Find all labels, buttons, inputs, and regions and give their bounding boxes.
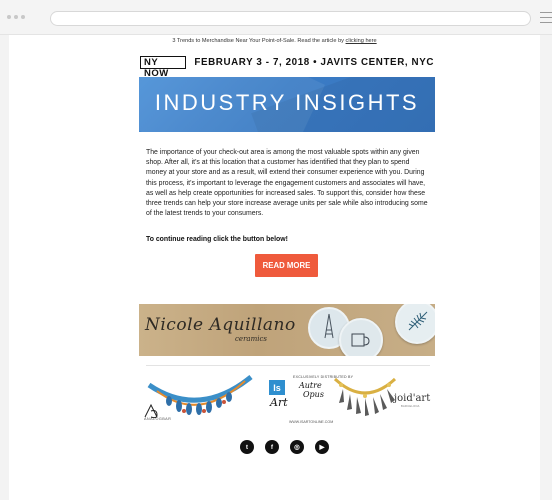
section-divider	[146, 365, 430, 366]
joidart-wordmark: joid'art	[394, 393, 431, 404]
isart-script: Art	[270, 396, 288, 409]
browser-chrome	[0, 0, 552, 35]
banner-brand-sub: ceramics	[235, 335, 267, 343]
preheader-link[interactable]: clicking here	[346, 38, 377, 44]
joidart-subtitle: BARCELONA	[401, 405, 420, 408]
autre-opus-logo[interactable]: Autre Opus	[299, 381, 324, 399]
window-controls[interactable]	[7, 15, 25, 19]
hero-banner: INDUSTRY INSIGHTS	[139, 77, 435, 132]
autre-text: Autre	[299, 381, 322, 390]
event-date-location: FEBRUARY 3 - 7, 2018 • JAVITS CENTER, NY…	[194, 56, 434, 68]
distributor-url[interactable]: WWW.ISARTONLINE.COM	[289, 420, 333, 424]
preheader: 3 Trends to Merchandise Near Your Point-…	[9, 38, 540, 44]
cta-lead-text: To continue reading click the button bel…	[146, 236, 288, 243]
ny-now-logo[interactable]: NY NOW	[140, 55, 187, 79]
sponsor-logos-row: ANALOGBAR EXCLUSIVELY DISTRIBUTED BY Is …	[139, 371, 435, 431]
read-more-button[interactable]: READ MORE	[255, 254, 318, 277]
address-bar[interactable]	[50, 11, 531, 26]
banner-brand-name: Nicole Aquillano	[145, 315, 296, 335]
facebook-icon[interactable]: f	[265, 440, 279, 454]
hero-title: INDUSTRY INSIGHTS	[154, 90, 420, 115]
joidart-necklace-logo[interactable]	[329, 371, 401, 429]
sponsor-banner-ceramics[interactable]: Nicole Aquillano ceramics	[139, 304, 435, 356]
analogbar-logo[interactable]	[139, 371, 259, 431]
analogbar-label: ANALOGBAR	[144, 417, 172, 421]
youtube-icon[interactable]: ▶	[315, 440, 329, 454]
event-header: NY NOW FEBRUARY 3 - 7, 2018 • JAVITS CEN…	[140, 55, 434, 79]
coffee-cup-icon	[351, 333, 370, 347]
preheader-text: 3 Trends to Merchandise Near Your Point-…	[172, 38, 346, 44]
isart-logo[interactable]: Is	[269, 380, 285, 395]
social-links: t f ◎ ▶	[240, 440, 329, 454]
twitter-icon[interactable]: t	[240, 440, 254, 454]
email-page: 3 Trends to Merchandise Near Your Point-…	[9, 35, 540, 500]
instagram-icon[interactable]: ◎	[290, 440, 304, 454]
article-body: The importance of your check-out area is…	[146, 149, 428, 218]
opus-text: Opus	[303, 390, 324, 399]
fern-leaf-icon	[408, 311, 428, 331]
hamburger-menu-icon[interactable]	[540, 12, 552, 24]
